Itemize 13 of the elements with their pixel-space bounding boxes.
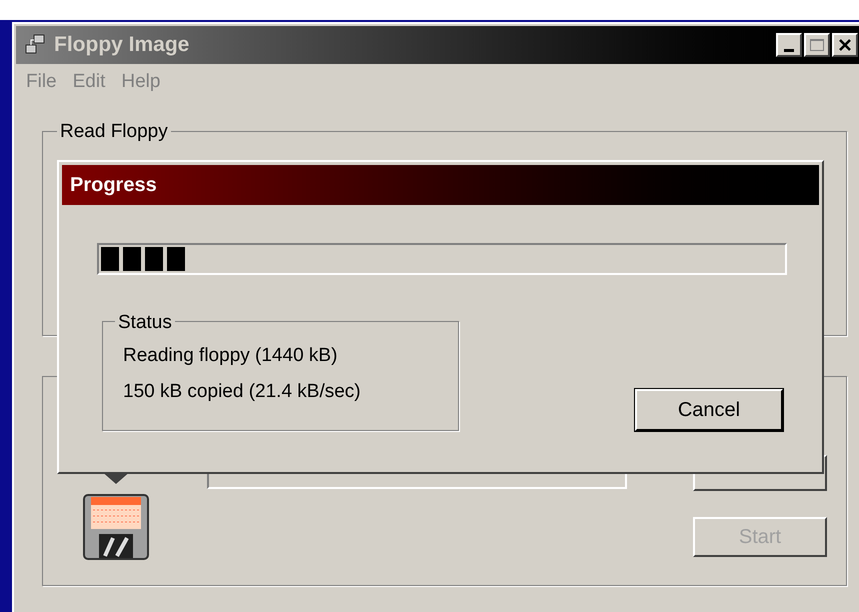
network-icon xyxy=(24,34,46,56)
status-text: Reading floppy (1440 kB) xyxy=(123,344,338,368)
close-button[interactable] xyxy=(832,33,858,57)
status-text: 150 kB copied (21.4 kB/sec) xyxy=(123,380,362,404)
close-icon xyxy=(838,38,852,52)
window-title: Floppy Image xyxy=(54,32,190,58)
minimize-button[interactable] xyxy=(776,33,802,57)
cancel-button[interactable]: Cancel xyxy=(635,389,783,431)
menu-item[interactable]: Edit xyxy=(72,68,106,96)
menu-item[interactable]: Help xyxy=(121,68,160,96)
dialog-title: Progress xyxy=(70,173,157,198)
menu-item[interactable]: File xyxy=(26,68,57,96)
maximize-button[interactable] xyxy=(804,33,830,57)
